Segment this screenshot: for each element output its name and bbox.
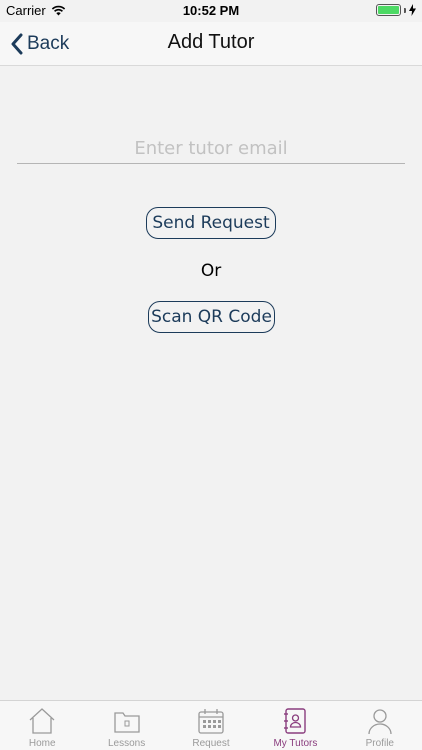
person-icon <box>368 709 392 735</box>
tab-label: Request <box>192 738 230 749</box>
or-separator: Or <box>200 261 222 281</box>
battery-tip <box>404 7 406 13</box>
tab-home[interactable]: Home <box>0 701 84 750</box>
tab-label: My Tutors <box>273 738 318 749</box>
tab-my-tutors[interactable]: My Tutors <box>253 701 337 750</box>
home-icon <box>29 708 55 734</box>
tab-bar: Home Lessons Request My Tutors Profile <box>0 700 422 750</box>
folder-icon <box>113 712 140 733</box>
tab-label: Profile <box>365 738 394 749</box>
page-title: Add Tutor <box>167 31 255 53</box>
tab-lessons[interactable]: Lessons <box>84 701 168 750</box>
tab-label: Home <box>28 738 56 749</box>
contacts-book-icon <box>284 708 307 734</box>
status-bar: Carrier 10:52 PM <box>0 0 422 22</box>
battery-icon <box>376 4 401 16</box>
calendar-icon <box>198 709 224 734</box>
battery-level <box>378 6 399 14</box>
send-request-button[interactable]: Send Request <box>146 207 276 239</box>
status-right <box>376 4 416 16</box>
tab-label: Lessons <box>107 738 146 749</box>
tab-request[interactable]: Request <box>169 701 253 750</box>
status-time: 10:52 PM <box>182 3 240 18</box>
tab-profile[interactable]: Profile <box>338 701 422 750</box>
tutor-email-input[interactable] <box>17 133 405 164</box>
scan-qr-code-button[interactable]: Scan QR Code <box>148 301 275 333</box>
charging-bolt-icon <box>409 4 416 16</box>
navigation-bar: Back Add Tutor <box>0 22 422 66</box>
